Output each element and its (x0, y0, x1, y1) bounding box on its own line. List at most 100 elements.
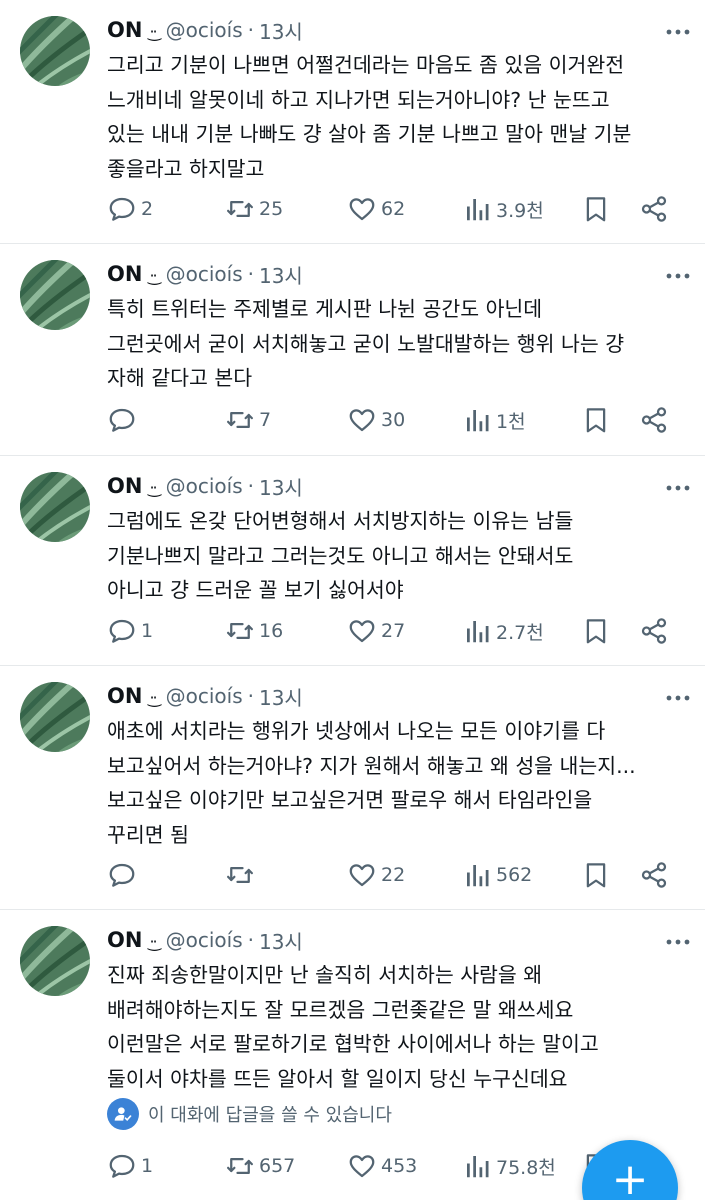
share-button[interactable] (639, 858, 669, 892)
like-button[interactable]: 30 (347, 403, 405, 437)
retweet-icon (227, 623, 253, 639)
user-handle[interactable]: @ocioís (166, 928, 243, 952)
avatar[interactable] (20, 682, 90, 752)
share-button[interactable] (639, 614, 669, 648)
share-icon (641, 407, 667, 433)
more-options-icon[interactable] (665, 688, 691, 701)
user-handle[interactable]: @ocioís (166, 262, 243, 286)
tweet-header: ON ·͜· @ocioís · 13시 (107, 15, 303, 45)
views-button[interactable]: 75.8천 (462, 1149, 556, 1183)
retweet-icon (227, 867, 253, 883)
action-bar: 7 30 1천 (107, 403, 677, 437)
bookmark-button[interactable] (581, 403, 611, 437)
more-options-icon[interactable] (665, 266, 691, 279)
tweet-text: 진짜 죄송한말이지만 난 솔직히 서치하는 사람을 왜 배려해야하는지도 잘 모… (107, 963, 599, 1091)
views-button[interactable]: 1천 (462, 403, 526, 437)
like-button[interactable]: 27 (347, 614, 405, 648)
tweet[interactable]: ON ·͜· @ocioís · 13시 애초에 서치라는 행위가 넷상에서 나… (0, 666, 705, 910)
separator-dot: · (247, 18, 254, 42)
share-icon (641, 862, 667, 888)
bookmark-button[interactable] (581, 858, 611, 892)
separator-dot: · (247, 928, 254, 952)
like-count: 27 (381, 620, 406, 642)
timestamp[interactable]: 13시 (259, 472, 303, 501)
display-name[interactable]: ON (107, 928, 142, 952)
reply-restriction-note: 이 대화에 답글을 쓸 수 있습니다 (107, 1098, 392, 1130)
name-emoticon: ·͜· (149, 477, 157, 497)
display-name[interactable]: ON (107, 474, 142, 498)
view-count: 562 (496, 864, 533, 886)
retweet-button[interactable]: 16 (225, 614, 283, 648)
heart-icon (349, 1155, 375, 1178)
retweet-count: 657 (259, 1155, 296, 1177)
bookmark-icon (586, 863, 606, 888)
views-button[interactable]: 3.9천 (462, 192, 544, 226)
display-name[interactable]: ON (107, 18, 142, 42)
reply-count: 1 (141, 620, 154, 642)
reply-icon (109, 1154, 135, 1178)
bookmark-button[interactable] (581, 614, 611, 648)
timestamp[interactable]: 13시 (259, 926, 303, 955)
reply-button[interactable] (107, 403, 141, 437)
heart-icon (349, 198, 375, 221)
name-emoticon: ·͜· (149, 21, 157, 41)
user-handle[interactable]: @ocioís (166, 684, 243, 708)
bookmark-icon (586, 408, 606, 433)
avatar[interactable] (20, 260, 90, 330)
action-bar: 2 25 62 3.9천 (107, 192, 677, 226)
bookmark-button[interactable] (581, 192, 611, 226)
retweet-count: 7 (259, 409, 272, 431)
reply-button[interactable]: 1 (107, 614, 153, 648)
like-button[interactable]: 22 (347, 858, 405, 892)
retweet-button[interactable] (225, 858, 259, 892)
more-options-icon[interactable] (665, 22, 691, 35)
heart-icon (349, 864, 375, 887)
tweet-header: ON ·͜· @ocioís · 13시 (107, 471, 303, 501)
avatar[interactable] (20, 926, 90, 996)
avatar[interactable] (20, 472, 90, 542)
analytics-icon (467, 865, 489, 887)
retweet-count: 16 (259, 620, 284, 642)
more-options-icon[interactable] (665, 932, 691, 945)
reply-button[interactable] (107, 858, 141, 892)
display-name[interactable]: ON (107, 684, 142, 708)
tweet[interactable]: ON ·͜· @ocioís · 13시 그리고 기분이 나쁘면 어쩔건데라는 … (0, 0, 705, 244)
retweet-button[interactable]: 657 (225, 1149, 295, 1183)
views-button[interactable]: 2.7천 (462, 614, 544, 648)
separator-dot: · (247, 474, 254, 498)
avatar[interactable] (20, 16, 90, 86)
like-button[interactable]: 62 (347, 192, 405, 226)
retweet-button[interactable]: 25 (225, 192, 283, 226)
reply-button[interactable]: 2 (107, 192, 153, 226)
share-button[interactable] (639, 192, 669, 226)
tweet-text: 특히 트위터는 주제별로 게시판 나뉜 공간도 아닌데 그런곳에서 굳이 서치해… (107, 297, 625, 390)
action-bar: 22 562 (107, 858, 677, 892)
reply-icon (109, 619, 135, 643)
tweet[interactable]: ON ·͜· @ocioís · 13시 그럼에도 온갖 단어변형해서 서치방지… (0, 456, 705, 666)
tweet-header: ON ·͜· @ocioís · 13시 (107, 259, 303, 289)
like-button[interactable]: 453 (347, 1149, 417, 1183)
display-name[interactable]: ON (107, 262, 142, 286)
like-count: 22 (381, 864, 406, 886)
analytics-icon (467, 199, 489, 221)
share-icon (641, 196, 667, 222)
separator-dot: · (247, 684, 254, 708)
share-button[interactable] (639, 403, 669, 437)
reply-button[interactable]: 1 (107, 1149, 153, 1183)
tweet-header: ON ·͜· @ocioís · 13시 (107, 925, 303, 955)
views-button[interactable]: 562 (462, 858, 532, 892)
tweet[interactable]: ON ·͜· @ocioís · 13시 특히 트위터는 주제별로 게시판 나뉜… (0, 244, 705, 456)
more-options-icon[interactable] (665, 478, 691, 491)
retweet-count: 25 (259, 198, 284, 220)
like-count: 62 (381, 198, 406, 220)
user-handle[interactable]: @ocioís (166, 474, 243, 498)
tweet-header: ON ·͜· @ocioís · 13시 (107, 681, 303, 711)
retweet-button[interactable]: 7 (225, 403, 271, 437)
analytics-icon (467, 1156, 489, 1178)
reply-icon (109, 197, 135, 221)
timestamp[interactable]: 13시 (259, 16, 303, 45)
timestamp[interactable]: 13시 (259, 682, 303, 711)
user-handle[interactable]: @ocioís (166, 18, 243, 42)
view-count: 1천 (496, 410, 526, 433)
timestamp[interactable]: 13시 (259, 260, 303, 289)
